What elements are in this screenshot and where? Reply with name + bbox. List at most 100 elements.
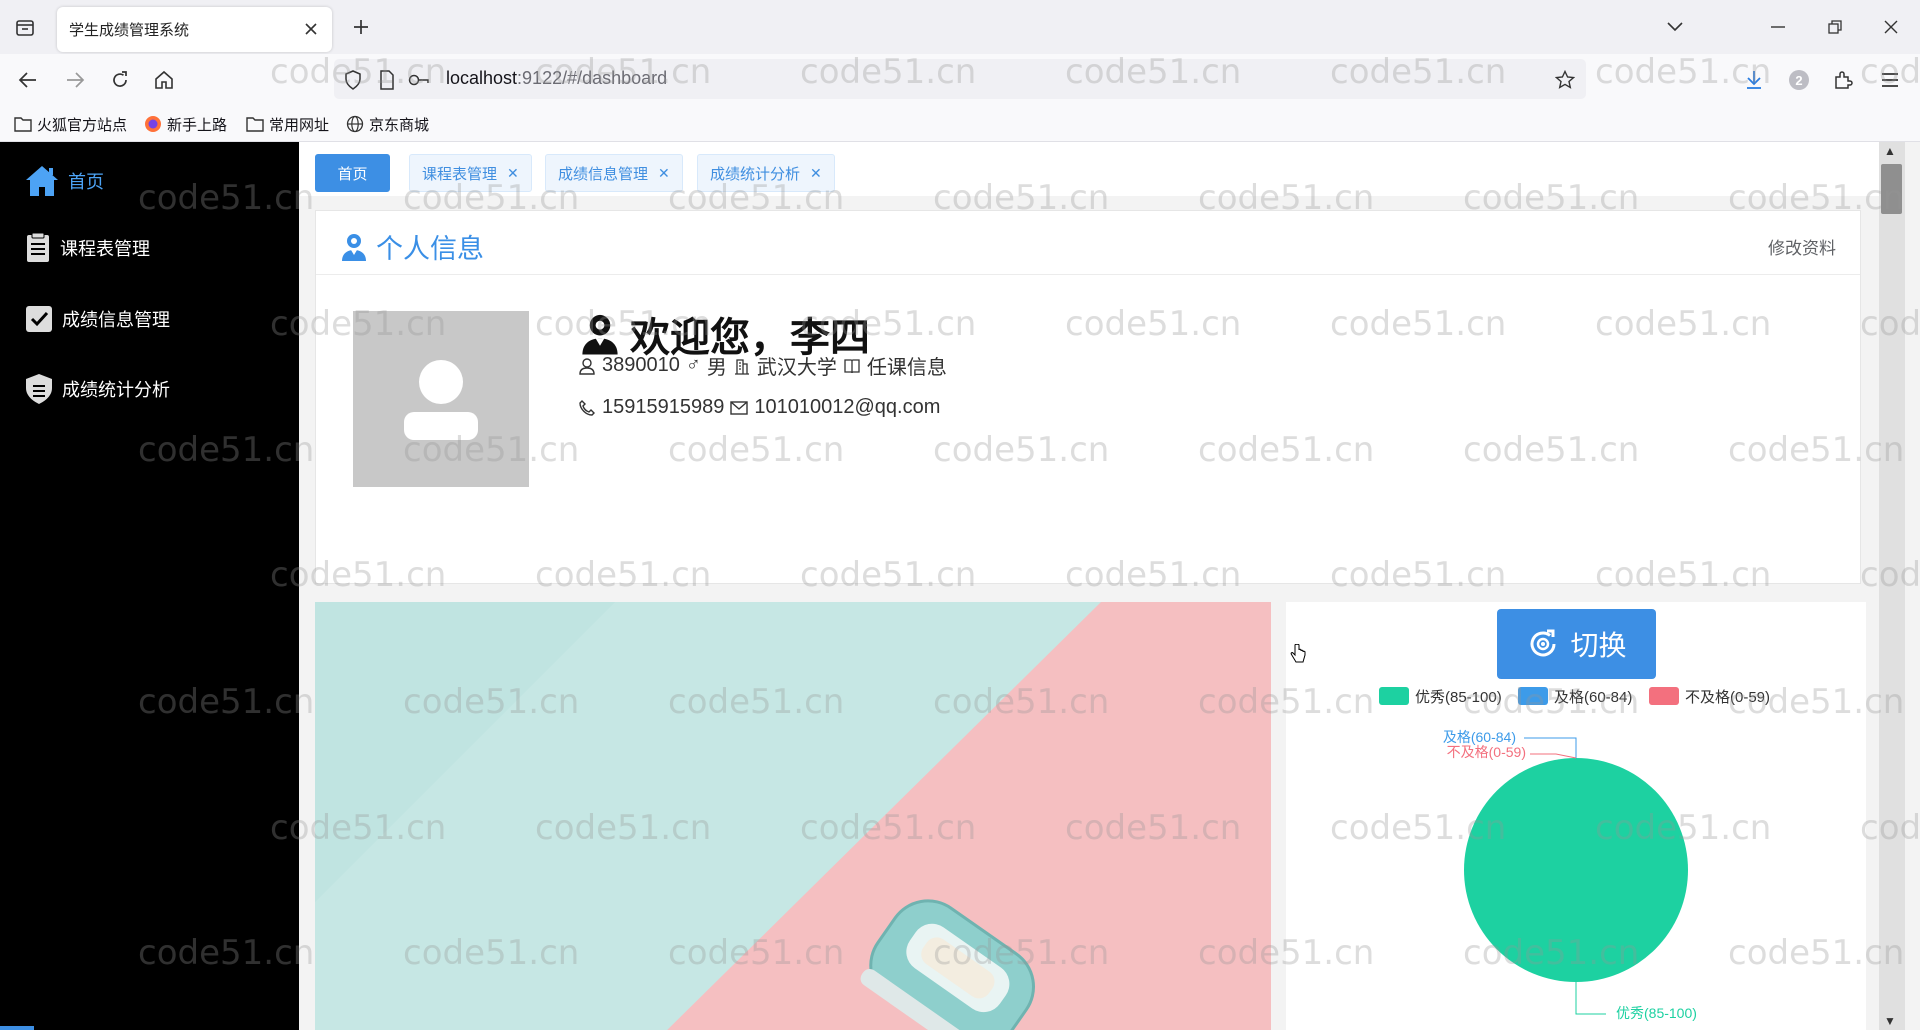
sidebar: 首页 课程表管理 成绩信息管理 成绩统计分析 <box>0 142 299 1030</box>
pie-label: 及格(60-84) <box>1443 729 1516 745</box>
scroll-up-icon[interactable]: ▲ <box>1884 144 1896 158</box>
email: 101010012@qq.com <box>754 396 941 418</box>
person-icon <box>579 357 595 375</box>
sidebar-item-schedule[interactable]: 课程表管理 <box>24 228 150 268</box>
badge-count: 2 <box>1795 72 1803 88</box>
tag-schedule[interactable]: 课程表管理 ✕ <box>409 154 532 192</box>
sidebar-item-label: 成绩信息管理 <box>62 310 170 330</box>
avatar-placeholder-icon <box>404 360 478 440</box>
tag-home[interactable]: 首页 <box>315 154 390 192</box>
bookmark-label: 常用网址 <box>269 116 330 134</box>
close-tag-icon[interactable]: ✕ <box>507 165 519 182</box>
profile-card-title: 个人信息 <box>340 227 484 266</box>
bookmark-label: 京东商城 <box>369 116 430 134</box>
pie-leader-line <box>1524 737 1577 758</box>
pie-label: 不及格(0-59) <box>1447 744 1526 760</box>
reload-icon[interactable] <box>104 64 136 96</box>
gender: 男 <box>706 357 727 379</box>
info-line-contact: 15915915989 101010012@qq.com <box>578 396 940 419</box>
shield-icon <box>26 374 52 404</box>
pie-slice[interactable] <box>1464 758 1688 982</box>
forward-icon[interactable] <box>59 64 91 96</box>
minimize-icon[interactable] <box>1763 12 1793 42</box>
url-path: :9122/#/dashboard <box>517 68 668 88</box>
extensions-icon[interactable] <box>1827 64 1859 96</box>
tag-stats[interactable]: 成绩统计分析 ✕ <box>697 154 835 192</box>
tag-label: 课程表管理 <box>422 165 498 183</box>
bookmark-label: 火狐官方站点 <box>37 116 128 134</box>
address-bar[interactable]: localhost:9122/#/dashboard <box>334 59 1586 99</box>
user-icon <box>342 233 366 261</box>
globe-icon <box>346 115 364 133</box>
browser-navbar: localhost:9122/#/dashboard 2 <box>0 54 1920 106</box>
profile-card-title-text: 个人信息 <box>376 234 484 264</box>
banner-image <box>315 602 1271 1030</box>
new-tab-icon[interactable] <box>347 13 375 41</box>
phone-number: 15915915989 <box>602 396 725 418</box>
browser-tab[interactable]: 学生成绩管理系统 <box>57 7 332 52</box>
scroll-down-icon[interactable]: ▼ <box>1884 1014 1896 1028</box>
bookmarks-bar: 火狐官方站点 新手上路 常用网址 京东商城 <box>0 106 1920 142</box>
sidebar-item-label: 成绩统计分析 <box>62 380 170 400</box>
tag-bar: 首页 课程表管理 ✕ 成绩信息管理 ✕ 成绩统计分析 ✕ <box>299 142 1879 196</box>
chart-card: 切换 优秀(85-100) 及格(60-84) 不及格(0-59) 优秀(85-10… <box>1286 602 1866 1030</box>
bookmark-label: 新手上路 <box>167 116 228 134</box>
close-tab-icon[interactable] <box>300 18 322 40</box>
restore-icon[interactable] <box>1820 12 1850 42</box>
book-icon <box>844 358 860 373</box>
profile-card-header: 个人信息 修改资料 <box>316 211 1860 275</box>
close-tag-icon[interactable]: ✕ <box>810 165 822 182</box>
sidebar-item-scores[interactable]: 成绩信息管理 <box>24 299 170 339</box>
sidebar-item-label: 首页 <box>68 172 104 192</box>
account-icon[interactable]: 2 <box>1783 64 1815 96</box>
chevron-down-icon[interactable] <box>1660 12 1690 42</box>
close-tag-icon[interactable]: ✕ <box>658 165 670 182</box>
tab-list-icon[interactable] <box>10 14 40 42</box>
firefox-icon <box>145 116 161 132</box>
switch-button[interactable]: 切换 <box>1497 609 1656 679</box>
back-icon[interactable] <box>12 64 44 96</box>
url-host: localhost <box>446 68 518 88</box>
bookmark-item[interactable]: 京东商城 <box>346 113 429 135</box>
page-icon[interactable] <box>376 69 398 91</box>
info-line-basic: 3890010 ♂ 男 武汉大学 任课信息 <box>578 351 947 380</box>
scrollbar-track[interactable] <box>1879 142 1905 1030</box>
scrollbar-thumb[interactable] <box>1881 164 1902 214</box>
sidebar-item-home[interactable]: 首页 <box>24 161 104 201</box>
sidebar-item-stats[interactable]: 成绩统计分析 <box>24 369 170 409</box>
mail-icon <box>730 400 749 415</box>
star-icon[interactable] <box>1554 69 1576 91</box>
tag-scores[interactable]: 成绩信息管理 ✕ <box>545 154 683 192</box>
browser-tab-title: 学生成绩管理系统 <box>69 22 190 39</box>
browser-titlebar: 学生成绩管理系统 <box>0 0 1920 54</box>
home-browser-icon[interactable] <box>148 64 180 96</box>
bookmark-item[interactable]: 新手上路 <box>144 113 227 135</box>
sidebar-item-label: 课程表管理 <box>60 239 150 259</box>
page-scrollbar[interactable]: ▲ ▼ <box>1879 142 1920 1030</box>
hand-cursor-icon <box>1290 643 1306 669</box>
avatar <box>353 311 529 487</box>
student-id: 3890010 <box>602 354 680 376</box>
tag-label: 成绩统计分析 <box>710 165 801 183</box>
schedule-icon <box>27 232 49 262</box>
close-window-icon[interactable] <box>1876 12 1906 42</box>
banner-illustration <box>315 602 1271 1030</box>
pie-leader-line <box>1530 753 1577 759</box>
shield-tracking-icon[interactable] <box>342 69 364 91</box>
edit-profile-button[interactable]: 修改资料 <box>1768 234 1836 259</box>
male-icon: ♂ <box>685 354 701 376</box>
url-text[interactable]: localhost:9122/#/dashboard <box>446 68 667 89</box>
folder-icon <box>246 117 264 132</box>
key-icon[interactable] <box>408 69 430 91</box>
pie-leader-line <box>1575 982 1606 1015</box>
menu-icon[interactable] <box>1874 64 1906 96</box>
check-icon <box>26 306 52 332</box>
scrollbar-gutter <box>1907 142 1920 1030</box>
bookmark-item[interactable]: 火狐官方站点 <box>14 113 127 135</box>
refresh-eye-icon <box>1531 629 1556 657</box>
download-icon[interactable] <box>1738 64 1770 96</box>
user-icon <box>582 314 618 355</box>
role: 任课信息 <box>866 357 947 379</box>
bookmark-item[interactable]: 常用网址 <box>246 113 329 135</box>
building-icon <box>734 358 749 375</box>
